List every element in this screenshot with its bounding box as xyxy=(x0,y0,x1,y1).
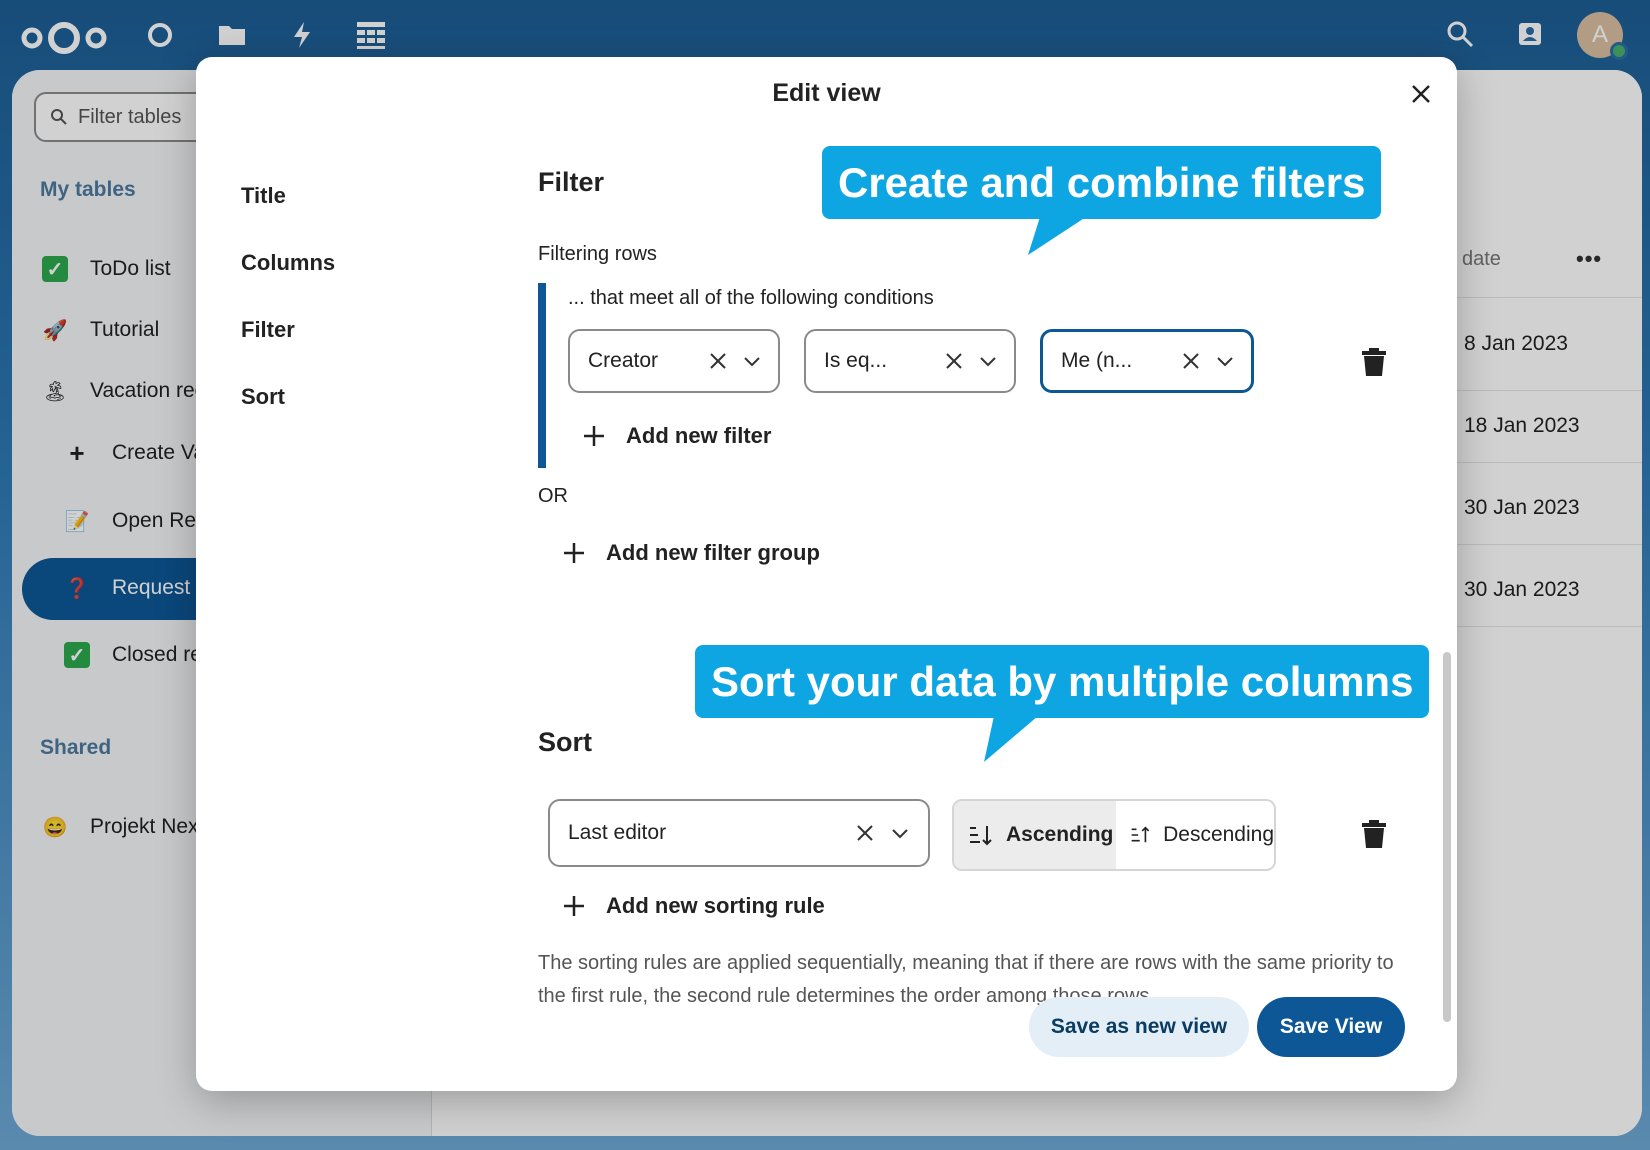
add-sorting-rule-button[interactable]: Add new sorting rule xyxy=(562,893,825,919)
select-value: Me (n... xyxy=(1061,349,1133,372)
sort-direction-toggle: Ascending Descending xyxy=(952,799,1276,871)
clear-icon[interactable] xyxy=(944,351,964,371)
sort-ascending-option[interactable]: Ascending xyxy=(954,801,1116,869)
clear-icon[interactable] xyxy=(708,351,728,371)
sort-descending-option[interactable]: Descending xyxy=(1116,801,1274,869)
save-view-button[interactable]: Save View xyxy=(1257,997,1405,1057)
nav-sort[interactable]: Sort xyxy=(241,384,285,410)
delete-filter-icon[interactable] xyxy=(1361,347,1387,377)
filter-value-select[interactable]: Me (n... xyxy=(1040,329,1254,393)
or-label: OR xyxy=(538,485,568,507)
filter-column-select[interactable]: Creator xyxy=(568,329,780,393)
dialog-title: Edit view xyxy=(772,79,881,107)
select-value: Is eq... xyxy=(824,349,888,372)
select-value: Last editor xyxy=(568,821,667,844)
filters-callout: Create and combine filters xyxy=(822,146,1382,219)
ascending-label: Ascending xyxy=(1006,823,1114,846)
sort-column-select[interactable]: Last editor xyxy=(548,799,930,867)
add-filter-group-button[interactable]: Add new filter group xyxy=(562,540,820,566)
close-icon[interactable] xyxy=(1406,79,1436,109)
chevron-down-icon[interactable] xyxy=(742,351,762,371)
filters-callout-text: Create and combine filters xyxy=(838,158,1366,206)
add-sorting-rule-label: Add new sorting rule xyxy=(606,893,825,918)
sort-callout-tail xyxy=(984,716,1038,762)
sort-callout: Sort your data by multiple columns xyxy=(695,645,1430,718)
chevron-down-icon[interactable] xyxy=(978,351,998,371)
plus-icon xyxy=(564,896,584,916)
nav-filter[interactable]: Filter xyxy=(241,317,295,343)
sort-ascending-icon xyxy=(970,826,992,846)
clear-icon[interactable] xyxy=(1181,351,1201,371)
filter-heading: Filter xyxy=(538,167,605,197)
filter-operator-select[interactable]: Is eq... xyxy=(804,329,1016,393)
filter-group-caption: ... that meet all of the following condi… xyxy=(568,287,934,309)
clear-icon[interactable] xyxy=(855,823,875,843)
nav-title[interactable]: Title xyxy=(241,183,286,209)
add-filter-group-label: Add new filter group xyxy=(606,540,820,565)
plus-icon xyxy=(584,426,604,446)
filters-callout-tail xyxy=(1028,217,1086,255)
add-filter-label: Add new filter xyxy=(626,423,772,448)
add-filter-button[interactable]: Add new filter xyxy=(582,423,771,449)
filter-group-bar xyxy=(538,283,546,468)
delete-sort-icon[interactable] xyxy=(1361,819,1387,849)
sort-heading: Sort xyxy=(538,727,592,757)
sort-descending-icon xyxy=(1131,826,1150,843)
scrollbar[interactable] xyxy=(1443,652,1451,1022)
select-value: Creator xyxy=(588,349,659,372)
chevron-down-icon[interactable] xyxy=(1215,351,1235,371)
nav-columns[interactable]: Columns xyxy=(241,250,335,276)
save-as-new-view-button[interactable]: Save as new view xyxy=(1029,997,1249,1057)
descending-label: Descending xyxy=(1163,823,1274,846)
sort-callout-text: Sort your data by multiple columns xyxy=(711,657,1414,705)
chevron-down-icon[interactable] xyxy=(890,823,910,843)
filtering-rows-label: Filtering rows xyxy=(538,243,657,265)
plus-icon xyxy=(564,543,584,563)
